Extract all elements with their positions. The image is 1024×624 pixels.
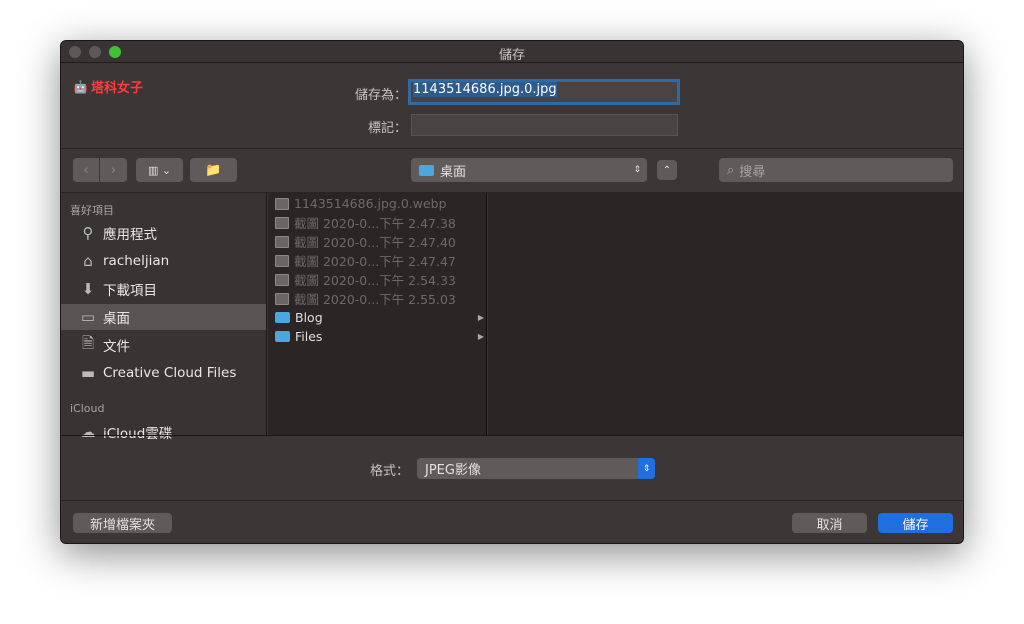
sidebar-item-applications[interactable]: ⚲ 應用程式 xyxy=(61,220,266,246)
documents-icon: 🗎 xyxy=(81,333,95,352)
cancel-button[interactable]: 取消 xyxy=(792,513,867,533)
home-icon: ⌂ xyxy=(83,252,93,270)
updown-chevron-icon: ⇕ xyxy=(638,458,655,479)
divider xyxy=(61,435,963,436)
view-mode-button[interactable]: ▥ ⌄ xyxy=(136,158,183,182)
sidebar-item-icloud-drive[interactable]: ☁ iCloud雲碟 xyxy=(61,419,266,445)
format-label: 格式： xyxy=(369,464,409,479)
file-item[interactable]: 截圖 2020-0...下午 2.47.47 xyxy=(268,251,487,270)
desktop-folder-icon xyxy=(419,164,434,176)
folder-item-blog[interactable]: Blog ▶ xyxy=(268,308,487,327)
applications-icon: ⚲ xyxy=(82,224,94,242)
sidebar-item-documents[interactable]: 🗎 文件 xyxy=(61,332,266,358)
icloud-header: iCloud xyxy=(70,402,105,415)
collapse-button[interactable]: ⌃ xyxy=(657,160,677,180)
window-title: 儲存 xyxy=(498,48,525,63)
divider xyxy=(61,500,963,501)
download-icon: ⬇ xyxy=(81,280,95,298)
file-item[interactable]: 1143514686.jpg.0.webp xyxy=(268,194,487,213)
column-view-icon: ▥ ⌄ xyxy=(147,163,172,177)
save-dialog: 儲存 🤖 塔科女子 儲存為： 1143514686.jpg.0.jpg 標記： ‹… xyxy=(60,40,964,544)
sidebar-item-downloads[interactable]: ⬇ 下載項目 xyxy=(61,276,266,302)
back-button[interactable]: ‹ xyxy=(73,158,99,182)
folder-icon xyxy=(275,312,290,323)
file-item[interactable]: 截圖 2020-0...下午 2.54.33 xyxy=(268,270,487,289)
image-icon xyxy=(275,273,289,286)
file-column: 1143514686.jpg.0.webp 截圖 2020-0...下午 2.4… xyxy=(268,193,487,435)
forward-button[interactable]: › xyxy=(100,158,127,182)
image-icon xyxy=(275,292,289,305)
preview-column xyxy=(488,193,963,435)
folder-icon xyxy=(275,331,290,342)
updown-chevron-icon: ⇕ xyxy=(633,165,641,175)
tags-label: 標記： xyxy=(367,121,407,136)
watermark-logo: 🤖 塔科女子 xyxy=(73,79,143,97)
disclosure-arrow-icon: ▶ xyxy=(477,313,484,322)
save-button[interactable]: 儲存 xyxy=(878,513,953,533)
divider xyxy=(61,148,963,149)
search-field[interactable]: ⌕ 搜尋 xyxy=(719,158,953,182)
mascot-icon: 🤖 xyxy=(73,79,88,94)
title-bar: 儲存 xyxy=(61,41,963,63)
folder-plus-icon: 📁 xyxy=(205,162,222,178)
tags-input[interactable] xyxy=(411,114,678,136)
chevron-right-icon: › xyxy=(110,162,117,178)
location-popup[interactable]: 桌面 ⇕ xyxy=(411,158,647,182)
image-icon xyxy=(275,216,289,229)
new-folder-button[interactable]: 新增檔案夾 xyxy=(73,513,172,533)
sidebar-item-desktop[interactable]: ▭ 桌面 xyxy=(61,304,266,330)
file-item[interactable]: 截圖 2020-0...下午 2.55.03 xyxy=(268,289,487,308)
folder-icon: ▬ xyxy=(80,364,96,382)
chevron-left-icon: ‹ xyxy=(83,162,89,178)
folder-item-files[interactable]: Files ▶ xyxy=(268,327,487,346)
sidebar-item-home[interactable]: ⌂ racheljian xyxy=(61,248,266,274)
chevron-up-icon: ⌃ xyxy=(662,164,672,176)
image-icon xyxy=(275,235,289,248)
sidebar-item-creative-cloud[interactable]: ▬ Creative Cloud Files xyxy=(61,360,266,386)
new-folder-toolbar-button[interactable]: 📁 xyxy=(190,158,237,182)
search-icon: ⌕ xyxy=(727,162,735,178)
sidebar: 喜好項目 ⚲ 應用程式 ⌂ racheljian ⬇ 下載項目 ▭ 桌面 🗎 文件 ▬ Cr… xyxy=(61,193,267,442)
save-as-input[interactable]: 1143514686.jpg.0.jpg xyxy=(408,79,680,105)
favorites-header: 喜好項目 xyxy=(70,204,114,217)
cloud-icon: ☁ xyxy=(80,423,96,441)
format-popup[interactable]: JPEG影像 ⇕ xyxy=(417,458,655,479)
save-as-label: 儲存為： xyxy=(354,88,407,103)
image-icon xyxy=(275,254,289,267)
file-icon xyxy=(275,197,289,210)
file-item[interactable]: 截圖 2020-0...下午 2.47.40 xyxy=(268,232,487,251)
disclosure-arrow-icon: ▶ xyxy=(477,332,484,341)
desktop-icon: ▭ xyxy=(80,308,96,326)
file-item[interactable]: 截圖 2020-0...下午 2.47.38 xyxy=(268,213,487,232)
